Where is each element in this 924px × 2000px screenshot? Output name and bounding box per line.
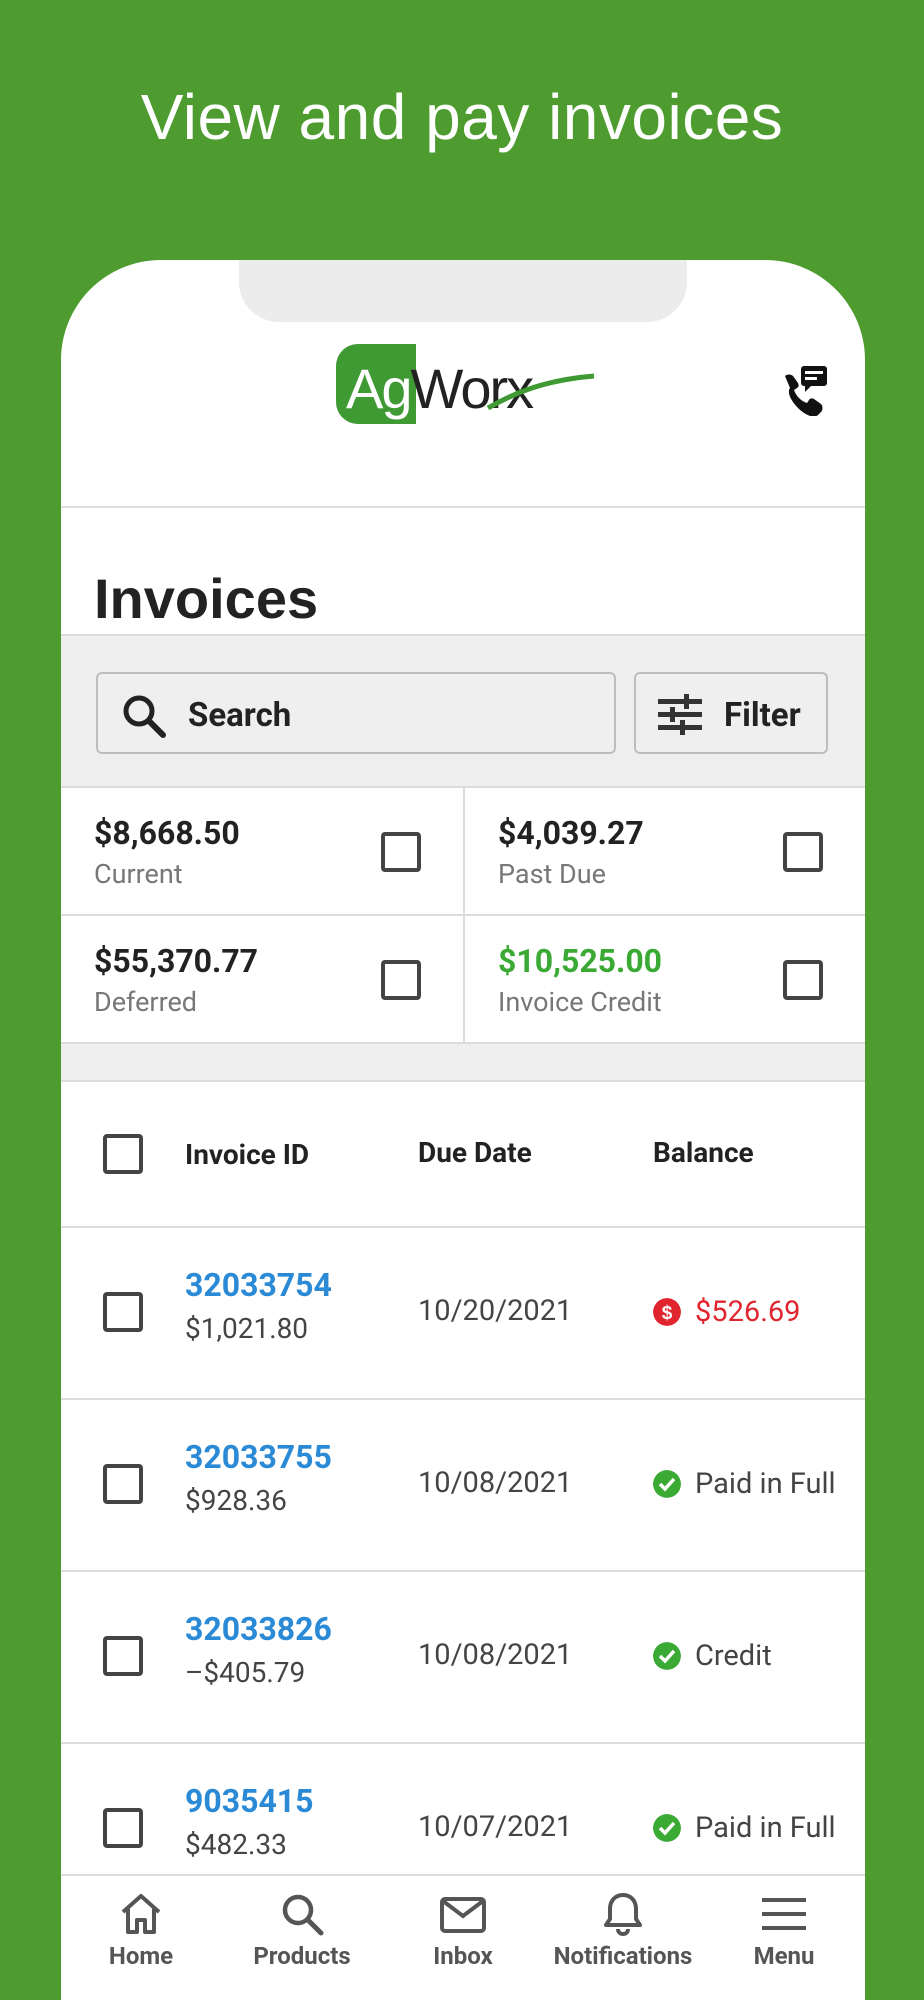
check-circle-icon [653, 1642, 681, 1670]
summary-checkbox-invoice-credit[interactable] [783, 960, 823, 1000]
summary-label: Deferred [94, 986, 198, 1018]
summary-current: $8,668.50 Current [61, 788, 463, 916]
search-filter-bar: Search Filter [61, 634, 865, 788]
bell-icon [604, 1893, 642, 1937]
summary-invoice-credit: $10,525.00 Invoice Credit [463, 916, 865, 1044]
invoice-id-link[interactable]: 32033826 [185, 1610, 332, 1648]
row-checkbox[interactable] [103, 1808, 143, 1848]
summary-deferred: $55,370.77 Deferred [61, 916, 463, 1044]
summary-label: Current [94, 858, 183, 890]
dollar-alert-icon: $ [653, 1298, 681, 1326]
summary-label: Past Due [498, 858, 606, 890]
search-icon [123, 695, 166, 738]
logo-swoosh-icon [486, 373, 595, 411]
invoice-amount: $928.36 [185, 1484, 287, 1517]
invoice-amount: –$405.79 [185, 1656, 306, 1689]
due-date: 10/08/2021 [418, 1466, 573, 1500]
summary-past-due: $4,039.27 Past Due [463, 788, 865, 916]
column-header-due-date[interactable]: Due Date [418, 1136, 532, 1169]
logo-text-ag: Ag [346, 357, 412, 420]
check-circle-icon [653, 1470, 681, 1498]
balance-value: Paid in Full [695, 1811, 836, 1845]
due-date: 10/07/2021 [418, 1810, 573, 1844]
filter-sliders-icon [658, 694, 702, 735]
balance-summary: $8,668.50 Current $4,039.27 Past Due $55… [61, 788, 865, 1044]
app-header: AgWorx [61, 322, 865, 508]
column-header-balance[interactable]: Balance [653, 1136, 754, 1169]
summary-amount: $55,370.77 [94, 942, 259, 980]
table-header: Invoice ID Due Date Balance [61, 1082, 865, 1228]
select-all-checkbox[interactable] [103, 1134, 143, 1174]
phone-notch [239, 260, 687, 322]
balance-value: $526.69 [695, 1295, 801, 1329]
nav-label: Menu [753, 1942, 815, 1970]
invoice-id-link[interactable]: 32033755 [185, 1438, 332, 1476]
filter-label: Filter [724, 696, 801, 735]
summary-amount: $10,525.00 [498, 942, 663, 980]
row-checkbox[interactable] [103, 1292, 143, 1332]
column-header-invoice-id[interactable]: Invoice ID [185, 1138, 309, 1171]
svg-text:$: $ [662, 1303, 673, 1324]
nav-products[interactable]: Products [222, 1890, 382, 1970]
home-icon [121, 1894, 161, 1934]
due-date: 10/20/2021 [418, 1294, 573, 1328]
balance-cell: Credit [653, 1636, 772, 1676]
balance-cell: Paid in Full [653, 1464, 836, 1504]
invoice-amount: $482.33 [185, 1828, 287, 1861]
mail-icon [440, 1897, 486, 1933]
table-row[interactable]: 32033754 $1,021.80 10/20/2021 $ $526.69 [61, 1228, 865, 1400]
invoice-amount: $1,021.80 [185, 1312, 309, 1345]
row-checkbox[interactable] [103, 1636, 143, 1676]
nav-label: Home [108, 1942, 174, 1970]
filter-button[interactable]: Filter [634, 672, 828, 754]
summary-amount: $8,668.50 [94, 814, 240, 852]
search-placeholder: Search [188, 696, 292, 735]
balance-cell: Paid in Full [653, 1808, 836, 1848]
nav-inbox[interactable]: Inbox [383, 1890, 543, 1970]
phone-frame: AgWorx Invoices Search Filter $8,668.50 … [61, 260, 865, 2000]
invoice-id-link[interactable]: 32033754 [185, 1266, 332, 1304]
nav-menu[interactable]: Menu [704, 1890, 864, 1970]
page-title: Invoices [94, 567, 319, 630]
nav-home[interactable]: Home [61, 1890, 221, 1970]
bottom-navigation: Home Products Inbox Notifications Menu [61, 1874, 865, 2000]
row-checkbox[interactable] [103, 1464, 143, 1504]
summary-label: Invoice Credit [498, 986, 662, 1018]
search-icon [282, 1894, 324, 1936]
contact-phone-icon[interactable] [775, 362, 829, 417]
balance-value: Paid in Full [695, 1467, 836, 1501]
agworx-logo: AgWorx [336, 342, 596, 428]
nav-label: Products [253, 1942, 351, 1970]
nav-label: Notifications [553, 1942, 693, 1970]
check-circle-icon [653, 1814, 681, 1842]
promo-title: View and pay invoices [140, 81, 784, 153]
balance-value: Credit [695, 1639, 772, 1673]
summary-checkbox-past-due[interactable] [783, 832, 823, 872]
nav-notifications[interactable]: Notifications [543, 1890, 703, 1970]
due-date: 10/08/2021 [418, 1638, 573, 1672]
summary-amount: $4,039.27 [498, 814, 644, 852]
menu-icon [762, 1898, 806, 1930]
invoice-table: Invoice ID Due Date Balance 32033754 $1,… [61, 1082, 865, 1916]
search-input[interactable]: Search [96, 672, 616, 754]
table-row[interactable]: 32033826 –$405.79 10/08/2021 Credit [61, 1572, 865, 1744]
invoice-id-link[interactable]: 9035415 [185, 1782, 314, 1820]
summary-checkbox-current[interactable] [381, 832, 421, 872]
table-row[interactable]: 32033755 $928.36 10/08/2021 Paid in Full [61, 1400, 865, 1572]
section-divider [61, 1044, 865, 1082]
summary-checkbox-deferred[interactable] [381, 960, 421, 1000]
nav-label: Inbox [433, 1942, 493, 1970]
balance-cell: $ $526.69 [653, 1292, 800, 1332]
